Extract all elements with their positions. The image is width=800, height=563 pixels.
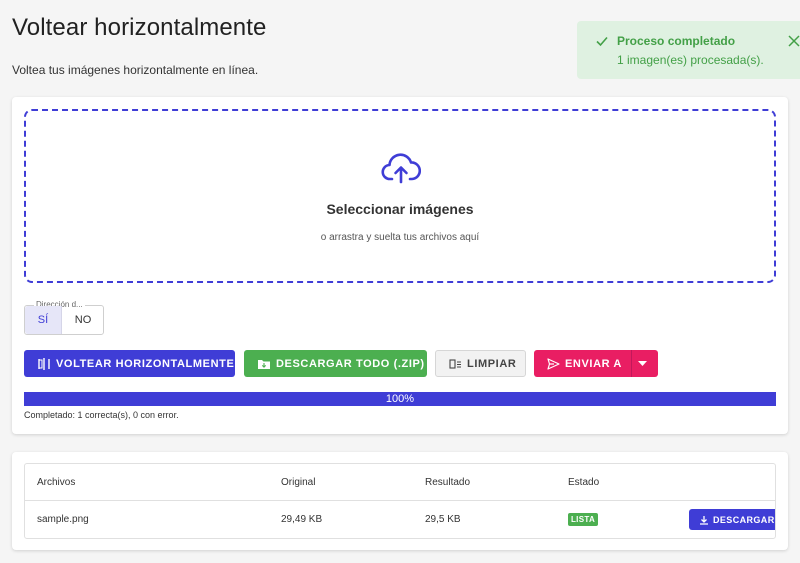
progress-bar: 100%	[24, 392, 776, 406]
files-card: Archivos Original Resultado Estado sampl…	[12, 452, 788, 550]
header-original[interactable]: Original	[281, 477, 315, 488]
dropzone-hint: o arrastra y suelta tus archivos aquí	[320, 232, 480, 243]
direction-option-yes[interactable]: SÍ	[25, 306, 62, 334]
dropzone-title: Seleccionar imágenes	[326, 201, 474, 217]
progress-status: Completado: 1 correcta(s), 0 con error.	[24, 410, 179, 420]
send-to-dropdown-button[interactable]	[631, 350, 658, 377]
folder-download-icon	[258, 359, 270, 369]
send-to-label: ENVIAR A	[565, 357, 622, 370]
file-name: sample.png	[37, 514, 89, 525]
download-icon	[700, 515, 708, 525]
status-badge: LISTA	[568, 513, 599, 526]
send-icon	[547, 357, 560, 370]
download-file-label: DESCARGAR	[713, 514, 775, 525]
clear-button[interactable]: LIMPIAR	[435, 350, 526, 377]
toast-title: Proceso completado	[617, 34, 736, 48]
close-icon[interactable]	[787, 34, 800, 48]
header-result[interactable]: Resultado	[425, 477, 470, 488]
files-table: Archivos Original Resultado Estado sampl…	[24, 463, 776, 539]
file-result-size: 29,5 KB	[425, 514, 461, 525]
page-subtitle: Voltea tus imágenes horizontalmente en l…	[12, 63, 259, 77]
cloud-upload-icon	[381, 153, 421, 184]
file-original-size: 29,49 KB	[281, 514, 323, 525]
download-file-button[interactable]: DESCARGAR	[689, 509, 775, 530]
send-to-button[interactable]: ENVIAR A	[534, 350, 631, 377]
upload-card: Seleccionar imágenes o arrastra y suelta…	[12, 97, 788, 434]
progress-label: 100%	[385, 393, 415, 405]
check-icon	[596, 36, 608, 47]
direction-toggle: Dirección d... SÍ NO	[24, 300, 104, 335]
success-toast: Proceso completado 1 imagen(es) procesad…	[577, 21, 800, 79]
direction-option-no[interactable]: NO	[63, 306, 103, 334]
flip-horizontal-label: VOLTEAR HORIZONTALMENTE	[56, 357, 235, 370]
download-zip-button[interactable]: DESCARGAR TODO (.ZIP)	[244, 350, 427, 377]
header-status[interactable]: Estado	[568, 477, 599, 488]
table-header: Archivos Original Resultado Estado	[25, 464, 775, 501]
download-zip-label: DESCARGAR TODO (.ZIP)	[276, 357, 425, 370]
flip-icon	[38, 357, 50, 370]
caret-down-icon	[638, 360, 647, 366]
page-title: Voltear horizontalmente	[12, 14, 267, 41]
toast-message: 1 imagen(es) procesada(s).	[617, 53, 764, 67]
clear-label: LIMPIAR	[467, 357, 517, 370]
clear-list-icon	[449, 358, 461, 369]
dropzone[interactable]: Seleccionar imágenes o arrastra y suelta…	[24, 109, 776, 283]
flip-horizontal-button[interactable]: VOLTEAR HORIZONTALMENTE	[24, 350, 235, 377]
header-files[interactable]: Archivos	[37, 477, 75, 488]
